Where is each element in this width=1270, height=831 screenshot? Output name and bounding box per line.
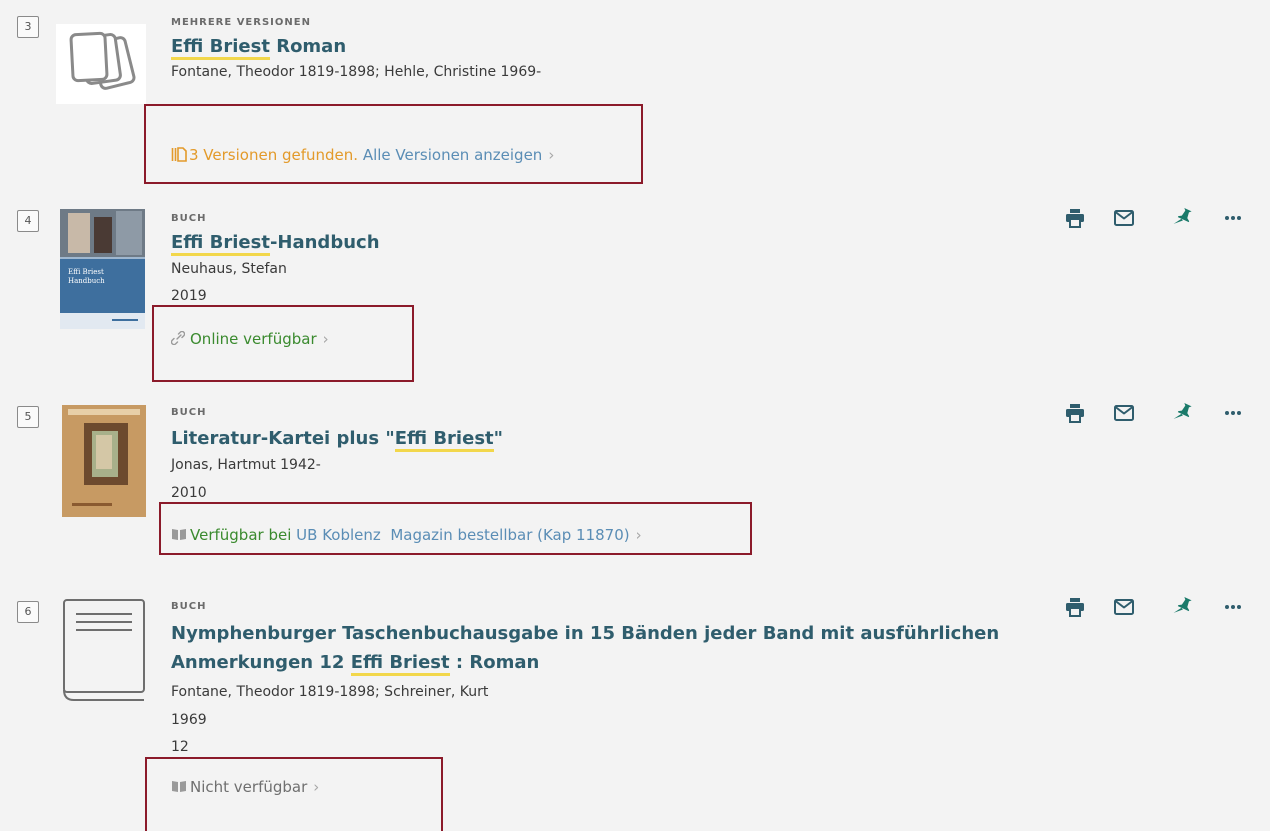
versions-count: 3 Versionen gefunden.: [189, 146, 359, 164]
online-available-link[interactable]: Online verfügbar: [190, 330, 317, 348]
result-number: 6: [17, 601, 39, 623]
title-text[interactable]: Literatur-Kartei plus ": [171, 428, 395, 449]
cover-series: Effi Briest: [68, 268, 104, 276]
result-title[interactable]: Literatur-Kartei plus "Effi Briest": [171, 426, 1071, 452]
availability-status[interactable]: Nicht verfügbar: [190, 778, 307, 796]
availability-status: Verfügbar bei: [190, 526, 292, 544]
result-title[interactable]: Effi Briest Roman: [171, 34, 1071, 60]
chevron-right-icon: ›: [313, 778, 320, 796]
result-number: 3: [17, 16, 39, 38]
book-placeholder-thumbnail[interactable]: [62, 598, 146, 702]
result-authors: Jonas, Hartmut 1942-: [171, 457, 321, 473]
cover-subtitle: Handbuch: [68, 277, 105, 285]
result-volume: 12: [171, 739, 189, 755]
title-highlight[interactable]: Effi Briest: [394, 428, 494, 452]
result-item: 5 BUCH Literatur-Kartei plus "Effi Bries…: [0, 384, 1270, 580]
result-type: BUCH: [171, 407, 207, 418]
result-title[interactable]: Effi Briest-Handbuch: [171, 230, 1071, 256]
result-type: BUCH: [171, 601, 207, 612]
more-icon[interactable]: [1221, 206, 1245, 230]
result-authors: Fontane, Theodor 1819-1898; Hehle, Chris…: [171, 64, 542, 80]
result-actions: [1063, 206, 1263, 230]
title-text[interactable]: Anmerkungen 12: [171, 652, 351, 673]
title-highlight[interactable]: Effi Briest: [350, 652, 450, 676]
book-cover[interactable]: Effi Briest Handbuch: [60, 209, 145, 329]
availability-line[interactable]: Verfügbar bei UB Koblenz Magazin bestell…: [171, 526, 642, 545]
result-title[interactable]: Nymphenburger Taschenbuchausgabe in 15 B…: [171, 621, 1071, 676]
pin-icon[interactable]: [1172, 595, 1196, 619]
book-open-icon: [171, 527, 187, 545]
result-item: 3 MEHRERE VERSIONEN Effi Briest Roman Fo…: [0, 0, 1270, 190]
versions-icon: [171, 147, 187, 166]
availability-line[interactable]: Online verfügbar ›: [170, 330, 329, 349]
location-link[interactable]: Magazin bestellbar (Kap 11870): [390, 526, 629, 544]
result-number: 4: [17, 210, 39, 232]
mail-icon[interactable]: [1112, 206, 1136, 230]
title-text[interactable]: Roman: [270, 36, 346, 57]
book-cover[interactable]: [62, 405, 146, 517]
title-highlight[interactable]: Effi Briest: [171, 232, 270, 256]
result-authors: Fontane, Theodor 1819-1898; Schreiner, K…: [171, 684, 489, 700]
result-type: MEHRERE VERSIONEN: [171, 17, 311, 28]
mail-icon[interactable]: [1112, 401, 1136, 425]
chevron-right-icon: ›: [322, 330, 329, 348]
result-actions: [1063, 595, 1263, 619]
title-text[interactable]: -Handbuch: [270, 232, 380, 253]
title-highlight[interactable]: Effi Briest: [171, 36, 270, 60]
show-all-versions-link[interactable]: Alle Versionen anzeigen: [363, 146, 542, 164]
pin-icon[interactable]: [1172, 206, 1196, 230]
title-text[interactable]: : Roman: [450, 652, 539, 673]
chevron-right-icon: ›: [548, 146, 555, 164]
title-text[interactable]: ": [494, 428, 503, 449]
multiple-versions-thumbnail[interactable]: [56, 24, 146, 104]
result-item: 6 BUCH Nymphenburger Taschenbuchausgabe …: [0, 579, 1270, 831]
print-icon[interactable]: [1063, 595, 1087, 619]
mail-icon[interactable]: [1112, 595, 1136, 619]
print-icon[interactable]: [1063, 206, 1087, 230]
title-line-2[interactable]: Anmerkungen 12 Effi Briest : Roman: [171, 650, 1071, 676]
chevron-right-icon: ›: [635, 526, 642, 544]
result-item: 4 Effi Briest Handbuch BUCH Effi Briest-…: [0, 189, 1270, 385]
result-type: BUCH: [171, 213, 207, 224]
result-authors: Neuhaus, Stefan: [171, 261, 287, 277]
result-year: 2019: [171, 288, 207, 304]
link-icon: [170, 330, 186, 349]
title-line-1[interactable]: Nymphenburger Taschenbuchausgabe in 15 B…: [171, 621, 1071, 646]
more-icon[interactable]: [1221, 401, 1245, 425]
availability-line[interactable]: 3 Versionen gefunden. Alle Versionen anz…: [171, 146, 554, 166]
result-year: 1969: [171, 712, 207, 728]
availability-line[interactable]: Nicht verfügbar ›: [171, 778, 319, 797]
more-icon[interactable]: [1221, 595, 1245, 619]
book-open-icon: [171, 779, 187, 797]
result-year: 2010: [171, 485, 207, 501]
library-link[interactable]: UB Koblenz: [296, 526, 381, 544]
result-actions: [1063, 401, 1263, 425]
pin-icon[interactable]: [1172, 401, 1196, 425]
result-number: 5: [17, 406, 39, 428]
print-icon[interactable]: [1063, 401, 1087, 425]
